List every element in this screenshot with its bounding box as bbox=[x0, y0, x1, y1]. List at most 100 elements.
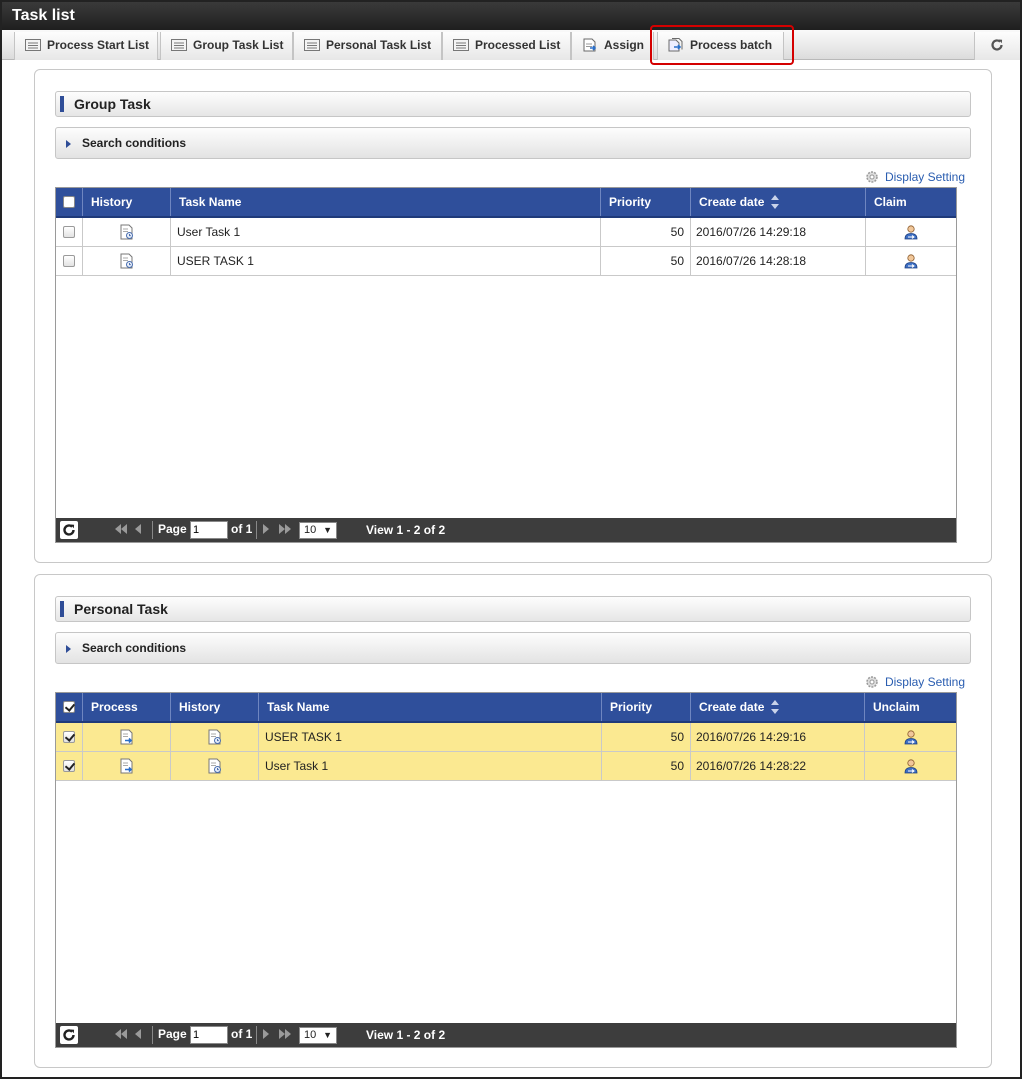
tab-personal-task-list[interactable]: Personal Task List bbox=[293, 32, 442, 60]
tab-label: Personal Task List bbox=[326, 38, 432, 52]
view-range-text: View 1 - 2 of 2 bbox=[366, 523, 446, 537]
col-create-date[interactable]: Create date bbox=[691, 693, 865, 721]
next-page-icon[interactable] bbox=[262, 1029, 270, 1039]
personal-task-panel: Personal Task Search conditions Display … bbox=[34, 574, 992, 1068]
history-icon[interactable] bbox=[208, 729, 222, 745]
task-list-window: Task list Process Start List Group Task … bbox=[0, 0, 1022, 1079]
table-row[interactable]: User Task 1 50 2016/07/26 14:29:18 bbox=[56, 218, 956, 247]
prev-page-icon[interactable] bbox=[134, 524, 142, 534]
page-number-input[interactable] bbox=[190, 521, 228, 539]
task-name-cell: USER TASK 1 bbox=[171, 247, 601, 275]
select-all-checkbox[interactable] bbox=[63, 701, 75, 713]
process-batch-icon bbox=[668, 38, 683, 52]
history-icon[interactable] bbox=[120, 253, 134, 269]
page-number-input[interactable] bbox=[190, 1026, 228, 1044]
last-page-icon[interactable] bbox=[278, 524, 292, 534]
row-checkbox[interactable] bbox=[63, 760, 75, 772]
unclaim-user-icon[interactable] bbox=[903, 729, 919, 745]
col-priority[interactable]: Priority bbox=[602, 693, 691, 721]
unclaim-user-icon[interactable] bbox=[903, 758, 919, 774]
rows-per-page-select[interactable]: 10 ▼ bbox=[299, 522, 337, 539]
first-page-icon[interactable] bbox=[114, 1029, 128, 1039]
history-icon[interactable] bbox=[120, 224, 134, 240]
pager-separator bbox=[152, 1026, 153, 1044]
table-row[interactable]: User Task 1 50 2016/07/26 14:28:22 bbox=[56, 752, 956, 781]
tab-process-start-list[interactable]: Process Start List bbox=[14, 32, 158, 60]
col-task-name[interactable]: Task Name bbox=[259, 693, 602, 721]
col-create-date[interactable]: Create date bbox=[691, 188, 866, 216]
rows-per-page-select[interactable]: 10 ▼ bbox=[299, 1027, 337, 1044]
priority-cell: 50 bbox=[601, 218, 691, 246]
tab-assign[interactable]: Assign bbox=[571, 32, 654, 60]
display-setting-label: Display Setting bbox=[884, 170, 965, 184]
process-cell[interactable] bbox=[83, 723, 171, 751]
col-process[interactable]: Process bbox=[83, 693, 171, 721]
unclaim-cell[interactable] bbox=[865, 752, 956, 780]
pager-separator bbox=[256, 521, 257, 539]
claim-cell[interactable] bbox=[866, 218, 956, 246]
table-row[interactable]: USER TASK 1 50 2016/07/26 14:29:16 bbox=[56, 723, 956, 752]
col-task-name[interactable]: Task Name bbox=[171, 188, 601, 216]
assign-icon bbox=[583, 38, 597, 52]
last-page-icon[interactable] bbox=[278, 1029, 292, 1039]
unclaim-cell[interactable] bbox=[865, 723, 956, 751]
personal-task-grid: Process History Task Name Priority Creat… bbox=[55, 692, 957, 1048]
history-cell[interactable] bbox=[83, 247, 171, 275]
history-cell[interactable] bbox=[171, 723, 259, 751]
search-conditions-label: Search conditions bbox=[82, 641, 187, 655]
personal-search-conditions[interactable]: Search conditions bbox=[55, 632, 971, 664]
search-conditions-label: Search conditions bbox=[82, 136, 187, 150]
expand-triangle-icon bbox=[66, 645, 71, 653]
sort-icon bbox=[770, 699, 779, 714]
select-all-header bbox=[56, 188, 83, 216]
priority-cell: 50 bbox=[602, 752, 691, 780]
priority-cell: 50 bbox=[602, 723, 691, 751]
view-range-text: View 1 - 2 of 2 bbox=[366, 1028, 446, 1042]
tab-process-batch[interactable]: Process batch bbox=[657, 32, 784, 60]
personal-display-setting-link[interactable]: Display Setting bbox=[865, 675, 965, 689]
col-history[interactable]: History bbox=[83, 188, 171, 216]
gear-icon bbox=[866, 171, 878, 183]
tab-label: Assign bbox=[604, 38, 645, 52]
history-icon[interactable] bbox=[208, 758, 222, 774]
tab-processed-list[interactable]: Processed List bbox=[442, 32, 571, 60]
tab-group-task-list[interactable]: Group Task List bbox=[160, 32, 293, 60]
row-checkbox[interactable] bbox=[63, 255, 75, 267]
grid-pager: Page of 1 10 ▼ View 1 - 2 of 2 bbox=[56, 1023, 956, 1047]
history-cell[interactable] bbox=[83, 218, 171, 246]
col-unclaim[interactable]: Unclaim bbox=[865, 693, 956, 721]
history-cell[interactable] bbox=[171, 752, 259, 780]
group-search-conditions[interactable]: Search conditions bbox=[55, 127, 971, 159]
prev-page-icon[interactable] bbox=[134, 1029, 142, 1039]
refresh-icon bbox=[63, 1029, 75, 1041]
select-all-checkbox[interactable] bbox=[63, 196, 75, 208]
group-display-setting-link[interactable]: Display Setting bbox=[865, 170, 965, 184]
first-page-icon[interactable] bbox=[114, 524, 128, 534]
tab-label: Group Task List bbox=[193, 38, 284, 52]
next-page-icon[interactable] bbox=[262, 524, 270, 534]
process-icon[interactable] bbox=[120, 758, 134, 774]
window-title: Task list bbox=[2, 2, 1020, 30]
tab-bar: Process Start List Group Task List Perso… bbox=[2, 30, 1020, 60]
table-row[interactable]: USER TASK 1 50 2016/07/26 14:28:18 bbox=[56, 247, 956, 276]
heading-bar bbox=[60, 601, 64, 617]
col-history[interactable]: History bbox=[171, 693, 259, 721]
sort-icon bbox=[770, 194, 779, 209]
tab-label: Process Start List bbox=[47, 38, 150, 52]
refresh-icon bbox=[991, 39, 1003, 51]
page-count-label: of 1 bbox=[231, 522, 253, 536]
claim-user-icon[interactable] bbox=[903, 253, 919, 269]
col-priority[interactable]: Priority bbox=[601, 188, 691, 216]
row-checkbox[interactable] bbox=[63, 731, 75, 743]
claim-cell[interactable] bbox=[866, 247, 956, 275]
refresh-button[interactable] bbox=[974, 32, 1020, 60]
row-select-cell bbox=[56, 752, 83, 780]
row-select-cell bbox=[56, 218, 83, 246]
process-icon[interactable] bbox=[120, 729, 134, 745]
row-checkbox[interactable] bbox=[63, 226, 75, 238]
claim-user-icon[interactable] bbox=[903, 224, 919, 240]
process-cell[interactable] bbox=[83, 752, 171, 780]
grid-refresh-button[interactable] bbox=[60, 521, 78, 539]
col-claim[interactable]: Claim bbox=[866, 188, 956, 216]
grid-refresh-button[interactable] bbox=[60, 1026, 78, 1044]
